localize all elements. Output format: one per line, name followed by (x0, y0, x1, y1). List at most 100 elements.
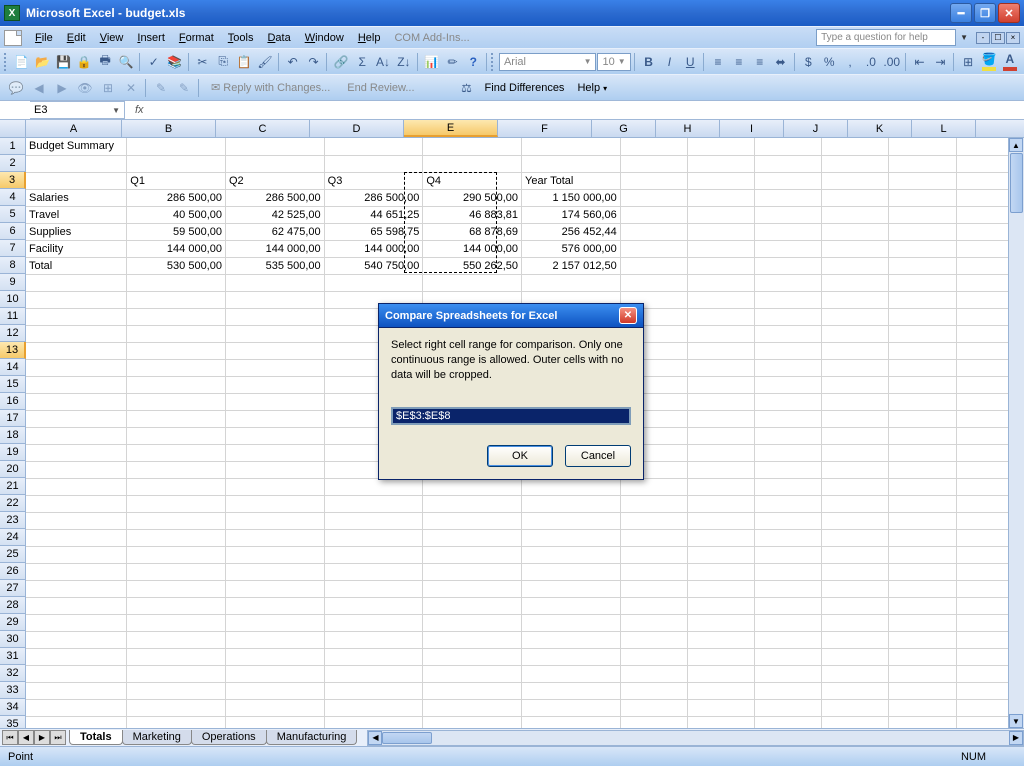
cell-B19[interactable] (127, 444, 226, 461)
cell-K16[interactable] (889, 393, 956, 410)
cell-I3[interactable] (755, 172, 822, 189)
row-header-10[interactable]: 10 (0, 291, 26, 308)
cell-H35[interactable] (687, 716, 754, 728)
cell-D30[interactable] (324, 631, 423, 648)
cell-G1[interactable] (620, 138, 687, 155)
row-header-22[interactable]: 22 (0, 495, 26, 512)
cell-E27[interactable] (423, 580, 522, 597)
menu-data[interactable]: Data (260, 30, 297, 46)
cell-C27[interactable] (225, 580, 324, 597)
hyperlink-icon[interactable]: 🔗 (331, 51, 351, 73)
row-header-24[interactable]: 24 (0, 529, 26, 546)
cell-B5[interactable]: 40 500,00 (127, 206, 226, 223)
menu-tools[interactable]: Tools (221, 30, 261, 46)
cell-F31[interactable] (522, 648, 621, 665)
cell-J11[interactable] (822, 308, 889, 325)
cell-D21[interactable] (324, 478, 423, 495)
cell-B12[interactable] (127, 325, 226, 342)
row-header-31[interactable]: 31 (0, 648, 26, 665)
cell-B9[interactable] (127, 274, 226, 291)
cell-I26[interactable] (755, 563, 822, 580)
col-header-B[interactable]: B (122, 120, 216, 137)
cell-G9[interactable] (620, 274, 687, 291)
scroll-up-button[interactable]: ▲ (1009, 138, 1023, 152)
cell-H8[interactable] (687, 257, 754, 274)
minimize-button[interactable]: ━ (950, 3, 972, 23)
cell-I32[interactable] (755, 665, 822, 682)
cell-D33[interactable] (324, 682, 423, 699)
italic-icon[interactable]: I (659, 51, 679, 73)
align-left-icon[interactable]: ≡ (708, 51, 728, 73)
cell-K33[interactable] (889, 682, 956, 699)
cell-E34[interactable] (423, 699, 522, 716)
cell-C2[interactable] (225, 155, 324, 172)
cell-B2[interactable] (127, 155, 226, 172)
cell-F4[interactable]: 1 150 000,00 (522, 189, 621, 206)
cell-G2[interactable] (620, 155, 687, 172)
row-header-2[interactable]: 2 (0, 155, 26, 172)
cell-K24[interactable] (889, 529, 956, 546)
cell-H3[interactable] (687, 172, 754, 189)
name-box[interactable]: E3▼ (30, 101, 125, 119)
cell-E2[interactable] (423, 155, 522, 172)
menu-format[interactable]: Format (172, 30, 221, 46)
col-header-G[interactable]: G (592, 120, 656, 137)
cell-H9[interactable] (687, 274, 754, 291)
cell-I23[interactable] (755, 512, 822, 529)
cell-B23[interactable] (127, 512, 226, 529)
cell-D1[interactable] (324, 138, 423, 155)
row-header-23[interactable]: 23 (0, 512, 26, 529)
toolbar-handle[interactable] (491, 53, 495, 71)
row-header-33[interactable]: 33 (0, 682, 26, 699)
row-header-15[interactable]: 15 (0, 376, 26, 393)
cell-G23[interactable] (620, 512, 687, 529)
row-header-11[interactable]: 11 (0, 308, 26, 325)
cell-E33[interactable] (423, 682, 522, 699)
help-icon[interactable]: ? (463, 51, 483, 73)
cell-H14[interactable] (687, 359, 754, 376)
cell-J30[interactable] (822, 631, 889, 648)
tab-nav-prev[interactable]: ◀ (18, 730, 34, 745)
cell-B18[interactable] (127, 427, 226, 444)
cell-I24[interactable] (755, 529, 822, 546)
cell-I35[interactable] (755, 716, 822, 728)
sort-desc-icon[interactable]: Z↓ (394, 51, 414, 73)
cell-H33[interactable] (687, 682, 754, 699)
cell-J34[interactable] (822, 699, 889, 716)
cell-A26[interactable] (26, 563, 127, 580)
cell-F5[interactable]: 174 560,06 (522, 206, 621, 223)
cell-F23[interactable] (522, 512, 621, 529)
cell-E6[interactable]: 68 878,69 (423, 223, 522, 240)
open-icon[interactable]: 📂 (33, 51, 53, 73)
row-header-25[interactable]: 25 (0, 546, 26, 563)
cell-H19[interactable] (687, 444, 754, 461)
percent-icon[interactable]: % (819, 51, 839, 73)
cell-A24[interactable] (26, 529, 127, 546)
cell-F28[interactable] (522, 597, 621, 614)
cell-I19[interactable] (755, 444, 822, 461)
fill-color-icon[interactable]: 🪣 (979, 51, 999, 73)
row-header-35[interactable]: 35 (0, 716, 26, 728)
dialog-range-input[interactable]: $E$3:$E$8 (391, 407, 631, 425)
bold-icon[interactable]: B (639, 51, 659, 73)
cell-B32[interactable] (127, 665, 226, 682)
document-icon[interactable] (4, 30, 22, 46)
row-header-27[interactable]: 27 (0, 580, 26, 597)
font-selector[interactable]: Arial▼ (499, 53, 597, 71)
cell-C1[interactable] (225, 138, 324, 155)
undo-icon[interactable]: ↶ (283, 51, 303, 73)
cell-F25[interactable] (522, 546, 621, 563)
cell-B34[interactable] (127, 699, 226, 716)
cell-A18[interactable] (26, 427, 127, 444)
help-search-box[interactable]: Type a question for help (816, 29, 956, 46)
cell-K14[interactable] (889, 359, 956, 376)
print-preview-icon[interactable]: 🔍 (116, 51, 136, 73)
cut-icon[interactable]: ✂ (192, 51, 212, 73)
cell-E3[interactable]: Q4 (423, 172, 522, 189)
cell-K4[interactable] (889, 189, 956, 206)
cell-D9[interactable] (324, 274, 423, 291)
cell-I17[interactable] (755, 410, 822, 427)
cell-G34[interactable] (620, 699, 687, 716)
cell-F22[interactable] (522, 495, 621, 512)
cell-B27[interactable] (127, 580, 226, 597)
